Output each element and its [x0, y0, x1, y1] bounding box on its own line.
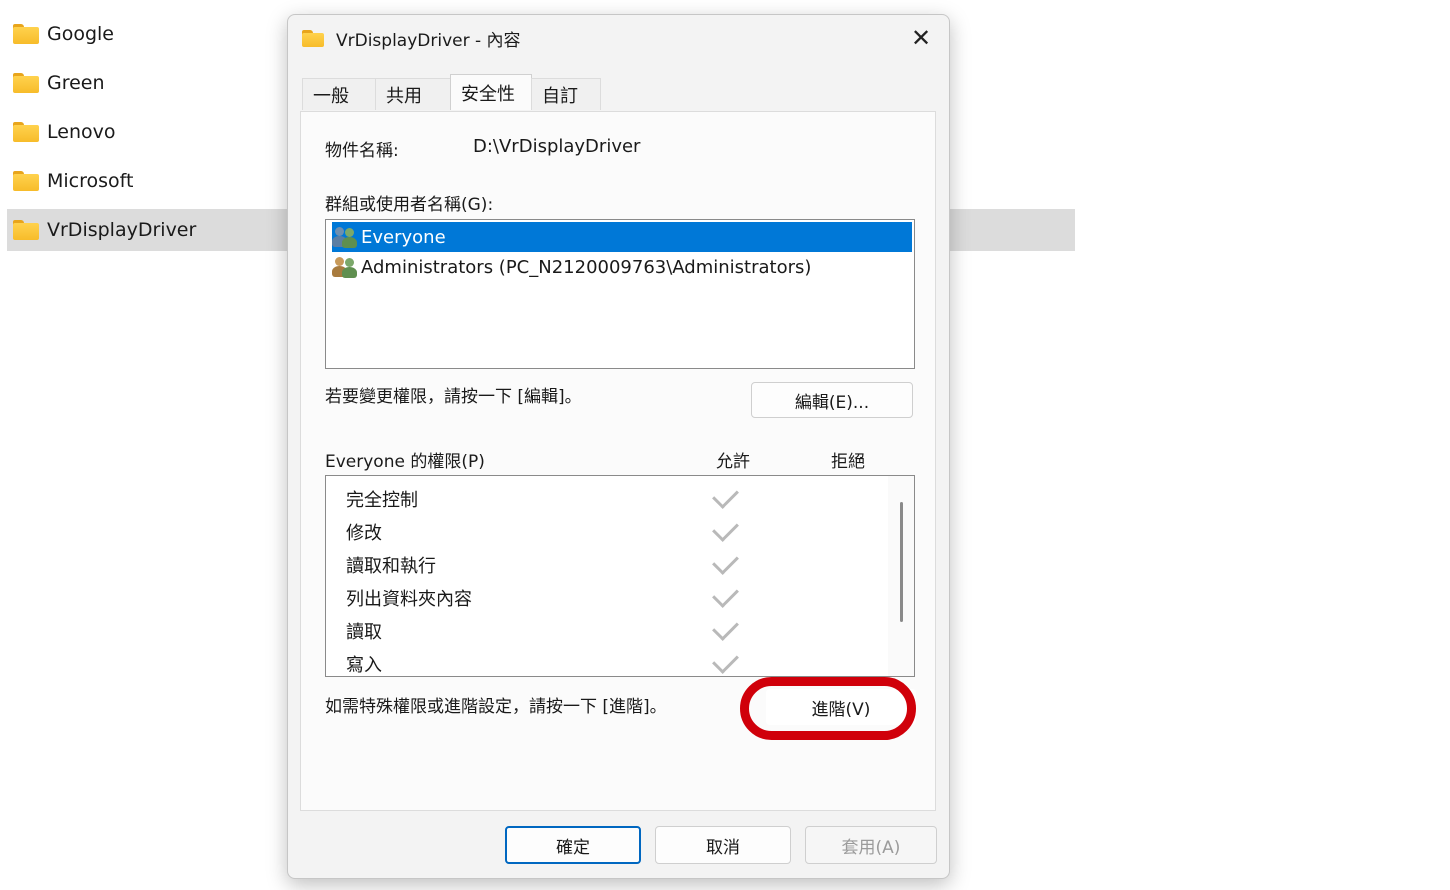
permission-scrollbar[interactable] — [888, 476, 914, 676]
user-item-everyone[interactable]: Everyone — [332, 222, 912, 252]
folder-label: Microsoft — [47, 170, 134, 192]
close-icon[interactable]: ✕ — [901, 19, 941, 57]
permission-label: 完全控制 — [346, 490, 418, 511]
folder-item-lenovo[interactable]: Lenovo — [7, 111, 287, 153]
security-panel: 物件名稱: D:\VrDisplayDriver 群組或使用者名稱(G): Ev… — [300, 111, 936, 811]
folder-icon — [13, 220, 39, 240]
dialog-title: VrDisplayDriver - 內容 — [336, 30, 521, 51]
advanced-button[interactable]: 進階(V) — [766, 689, 916, 725]
permissions-label: Everyone 的權限(P) — [325, 452, 485, 472]
folder-label: Lenovo — [47, 121, 116, 143]
folder-label: VrDisplayDriver — [47, 219, 197, 241]
check-icon — [712, 515, 739, 542]
screen: Google Green Lenovo Microsoft VrDisplayD… — [0, 0, 1450, 890]
cancel-button[interactable]: 取消 — [655, 826, 791, 864]
folder-item-google[interactable]: Google — [7, 13, 287, 55]
folder-icon — [302, 29, 324, 47]
folder-icon — [13, 24, 39, 44]
tab-sharing[interactable]: 共用 — [375, 78, 451, 110]
allow-column-header: 允許 — [716, 452, 750, 472]
groups-label: 群組或使用者名稱(G): — [325, 195, 494, 215]
tab-bar: 一般 共用 安全性 自訂 — [302, 74, 601, 112]
folder-icon — [13, 171, 39, 191]
dialog-titlebar[interactable]: VrDisplayDriver - 內容 ✕ — [288, 15, 949, 61]
permission-row-full-control: 完全控制 — [326, 480, 886, 513]
folder-item-green[interactable]: Green — [7, 62, 287, 104]
tab-customize[interactable]: 自訂 — [531, 78, 601, 110]
change-permissions-hint: 若要變更權限，請按一下 [編輯]。 — [325, 387, 582, 407]
permission-label: 讀取和執行 — [346, 556, 436, 577]
apply-button[interactable]: 套用(A) — [805, 826, 937, 864]
permission-row-write: 寫入 — [326, 645, 886, 676]
tab-security[interactable]: 安全性 — [450, 74, 532, 110]
permission-row-read-execute: 讀取和執行 — [326, 546, 886, 579]
properties-dialog: VrDisplayDriver - 內容 ✕ 一般 共用 安全性 自訂 物件名稱… — [287, 14, 950, 879]
object-name-label: 物件名稱: — [325, 141, 399, 161]
object-name-value: D:\VrDisplayDriver — [473, 136, 641, 157]
users-group-icon — [332, 256, 358, 278]
users-group-icon — [332, 226, 358, 248]
folder-label: Google — [47, 23, 115, 45]
permission-list[interactable]: 完全控制 修改 讀取和執行 列出資料夾內容 讀取 寫入 — [325, 475, 915, 677]
folder-item-microsoft[interactable]: Microsoft — [7, 160, 287, 202]
check-icon — [712, 482, 739, 509]
user-item-administrators[interactable]: Administrators (PC_N2120009763\Administr… — [332, 252, 912, 282]
ok-button[interactable]: 確定 — [505, 826, 641, 864]
check-icon — [712, 647, 739, 674]
user-label: Everyone — [361, 226, 446, 248]
edit-button[interactable]: 編輯(E)... — [751, 382, 913, 418]
advanced-settings-hint: 如需特殊權限或進階設定，請按一下 [進階]。 — [325, 697, 667, 717]
permission-row-modify: 修改 — [326, 513, 886, 546]
permission-label: 列出資料夾內容 — [346, 589, 472, 610]
folder-icon — [13, 73, 39, 93]
folder-label: Green — [47, 72, 105, 94]
check-icon — [712, 581, 739, 608]
permission-label: 寫入 — [346, 655, 382, 676]
permission-label: 修改 — [346, 523, 382, 544]
permission-label: 讀取 — [346, 622, 382, 643]
scroll-thumb[interactable] — [900, 502, 903, 622]
user-list[interactable]: Everyone Administrators (PC_N2120009763\… — [325, 219, 915, 369]
check-icon — [712, 614, 739, 641]
permission-row-list-folder: 列出資料夾內容 — [326, 579, 886, 612]
deny-column-header: 拒絕 — [831, 452, 865, 472]
folder-icon — [13, 122, 39, 142]
check-icon — [712, 548, 739, 575]
tab-general[interactable]: 一般 — [302, 78, 376, 110]
user-label: Administrators (PC_N2120009763\Administr… — [361, 256, 812, 278]
permission-row-read: 讀取 — [326, 612, 886, 645]
